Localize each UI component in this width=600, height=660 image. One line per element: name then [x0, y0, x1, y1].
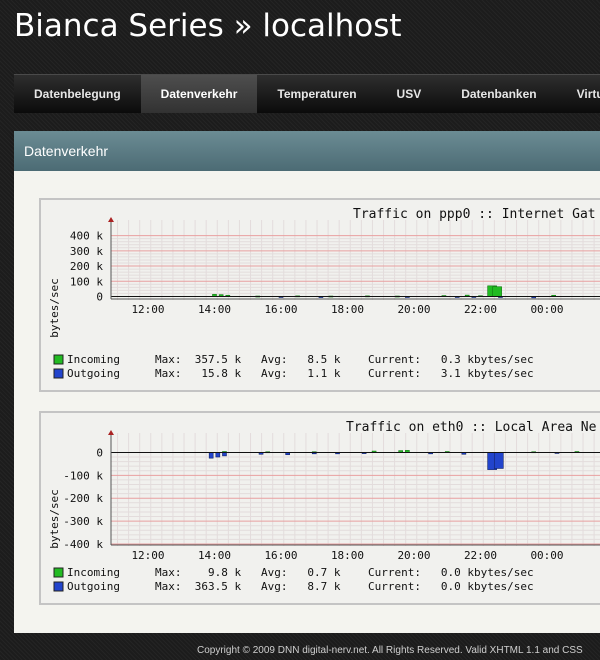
legend-label-incoming: Incoming: [67, 353, 120, 366]
legend-label-incoming: Incoming: [67, 566, 120, 579]
x-tick-label: 14:00: [198, 303, 231, 316]
legend-max-incoming: Max: 357.5 k: [155, 353, 241, 366]
chart-title: Traffic on eth0 :: Local Area Ne: [346, 420, 597, 435]
legend-outgoing: Outgoing Max: 15.8 k Avg: 1.1 k Current:…: [53, 367, 534, 380]
chart-title: Traffic on ppp0 :: Internet Gat: [353, 207, 596, 222]
outgoing-data-mark: [215, 452, 221, 458]
x-tick-label: 12:00: [131, 549, 164, 562]
legend-incoming: Incoming Max: 9.8 k Avg: 0.7 k Current: …: [53, 566, 534, 579]
y-axis-label: bytes/sec: [48, 278, 61, 338]
legend-max-outgoing: Max: 363.5 k: [155, 580, 241, 593]
outgoing-data-mark: [222, 452, 227, 457]
x-tick-label: 14:00: [198, 549, 231, 562]
legend-max-incoming: Max: 9.8 k: [155, 566, 241, 579]
y-tick-label: -300 k: [63, 515, 103, 528]
legend-current-incoming: Current: 0.0 kbytes/sec: [368, 566, 534, 579]
legend-incoming: Incoming Max: 357.5 k Avg: 8.5 k Current…: [53, 353, 534, 366]
y-tick-label: -400 k: [63, 538, 103, 551]
legend-swatch-outgoing: [53, 581, 64, 592]
x-tick-label: 20:00: [397, 549, 430, 562]
legend-avg-outgoing: Avg: 8.7 k: [261, 580, 341, 593]
x-tick-label: 20:00: [397, 303, 430, 316]
x-tick-label: 16:00: [264, 303, 297, 316]
nav-item-datenbelegung[interactable]: Datenbelegung: [14, 75, 141, 113]
y-tick-label: 300 k: [70, 245, 103, 258]
x-tick-label: 00:00: [530, 303, 563, 316]
nav-item-temperaturen[interactable]: Temperaturen: [257, 75, 376, 113]
legend-swatch-incoming: [53, 354, 64, 365]
footer-copyright: Copyright © 2009 DNN digital-nerv.net. A…: [197, 645, 583, 656]
legend-label-outgoing: Outgoing: [67, 580, 120, 593]
x-tick-label: 16:00: [264, 549, 297, 562]
y-tick-label: 400 k: [70, 230, 103, 243]
y-tick-label: 0: [96, 446, 103, 459]
chart-eth0: Traffic on eth0 :: Local Area Ne bytes/s…: [48, 420, 600, 593]
legend-outgoing: Outgoing Max: 363.5 k Avg: 8.7 k Current…: [53, 580, 534, 593]
y-axis-label: bytes/sec: [48, 489, 61, 549]
outgoing-data-mark: [208, 452, 214, 459]
y-tick-label: 0: [96, 290, 103, 303]
y-axis-arrow: [108, 217, 114, 222]
incoming-data-mark: [492, 286, 502, 297]
site-title: Bianca Series » localhost: [14, 8, 402, 44]
x-tick-label: 00:00: [530, 549, 563, 562]
traffic-graph-ppp0: Traffic on ppp0 :: Internet Gat bytes/se…: [39, 198, 600, 392]
chart-ppp0: Traffic on ppp0 :: Internet Gat bytes/se…: [48, 207, 600, 380]
x-tick-label: 22:00: [464, 303, 497, 316]
y-tick-label: 100 k: [70, 275, 103, 288]
legend-current-outgoing: Current: 0.0 kbytes/sec: [368, 580, 534, 593]
outgoing-data-mark: [493, 452, 504, 469]
legend-current-incoming: Current: 0.3 kbytes/sec: [368, 353, 534, 366]
legend-current-outgoing: Current: 3.1 kbytes/sec: [368, 367, 534, 380]
legend-avg-incoming: Avg: 0.7 k: [261, 566, 341, 579]
traffic-graph-eth0: Traffic on eth0 :: Local Area Ne bytes/s…: [39, 411, 600, 605]
legend-max-outgoing: Max: 15.8 k: [155, 367, 241, 380]
legend-avg-incoming: Avg: 8.5 k: [261, 353, 341, 366]
x-tick-label: 18:00: [331, 549, 364, 562]
y-tick-label: -100 k: [63, 469, 103, 482]
y-tick-label: 200 k: [70, 260, 103, 273]
legend-avg-outgoing: Avg: 1.1 k: [261, 367, 341, 380]
y-axis-arrow: [108, 430, 114, 435]
legend-swatch-incoming: [53, 567, 64, 578]
nav-item-usv[interactable]: USV: [377, 75, 442, 113]
nav-item-datenbanken[interactable]: Datenbanken: [441, 75, 556, 113]
legend-swatch-outgoing: [53, 368, 64, 379]
content-panel: Datenverkehr Traffic on ppp0 :: Internet…: [14, 131, 600, 633]
legend-label-outgoing: Outgoing: [67, 367, 120, 380]
y-tick-label: -200 k: [63, 492, 103, 505]
nav-item-datenverkehr[interactable]: Datenverkehr: [140, 75, 258, 113]
nav-item-virtua[interactable]: Virtua: [557, 75, 600, 113]
x-tick-label: 18:00: [331, 303, 364, 316]
panel-title: Datenverkehr: [14, 131, 600, 171]
x-tick-label: 22:00: [464, 549, 497, 562]
main-nav: Datenbelegung Datenverkehr Temperaturen …: [14, 74, 600, 113]
x-tick-label: 12:00: [131, 303, 164, 316]
